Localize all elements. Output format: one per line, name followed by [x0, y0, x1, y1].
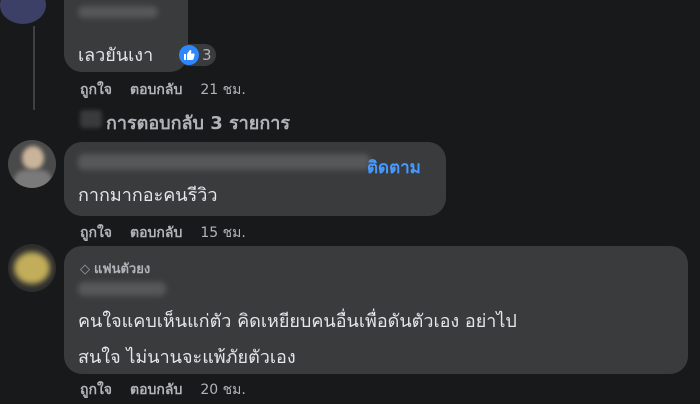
avatar[interactable] — [0, 0, 46, 24]
author-name-blurred[interactable] — [78, 6, 158, 18]
like-link[interactable]: ถูกใจ — [80, 82, 112, 98]
timestamp[interactable]: 21 ชม. — [200, 82, 245, 98]
diamond-icon: ◇ — [80, 262, 90, 277]
like-link[interactable]: ถูกใจ — [80, 382, 112, 398]
reply-link[interactable]: ตอบกลับ — [130, 382, 182, 398]
like-reaction-icon — [179, 45, 199, 65]
reply-link[interactable]: ตอบกลับ — [130, 82, 182, 98]
reply-arrow-icon — [80, 110, 102, 128]
reaction-count: 3 — [202, 46, 212, 64]
timestamp[interactable]: 20 ชม. — [200, 382, 245, 398]
top-fan-badge: ◇ แฟนตัวยง — [80, 258, 150, 279]
avatar[interactable] — [8, 140, 56, 188]
comment-text-line-2: สนใจ ไม่นานจะแพ้ภัยตัวเอง — [78, 347, 296, 368]
author-name-blurred[interactable] — [78, 282, 166, 296]
comment-text-line-1: คนใจแคบเห็นแก่ตัว คิดเหยียบคนอื่นเพื่อดั… — [78, 311, 517, 332]
timestamp[interactable]: 15 ชม. — [200, 225, 245, 241]
comment-actions: ถูกใจ ตอบกลับ 21 ชม. — [80, 79, 264, 101]
comment-actions: ถูกใจ ตอบกลับ 20 ชม. — [80, 379, 264, 401]
thread-connector — [33, 26, 35, 110]
reaction-summary[interactable]: 3 — [178, 44, 216, 66]
author-name-blurred[interactable] — [78, 154, 370, 170]
comment-text: กากมากอะคนรีวิว — [78, 185, 218, 206]
comment-actions: ถูกใจ ตอบกลับ 15 ชม. — [80, 222, 264, 244]
badge-label: แฟนตัวยง — [94, 262, 151, 277]
like-link[interactable]: ถูกใจ — [80, 225, 112, 241]
avatar[interactable] — [8, 244, 56, 292]
follow-button[interactable]: ติดตาม — [367, 154, 421, 181]
reply-link[interactable]: ตอบกลับ — [130, 225, 182, 241]
comment-text: เลวยันเงา — [78, 45, 154, 66]
view-replies-link[interactable]: การตอบกลับ 3 รายการ — [106, 108, 290, 137]
